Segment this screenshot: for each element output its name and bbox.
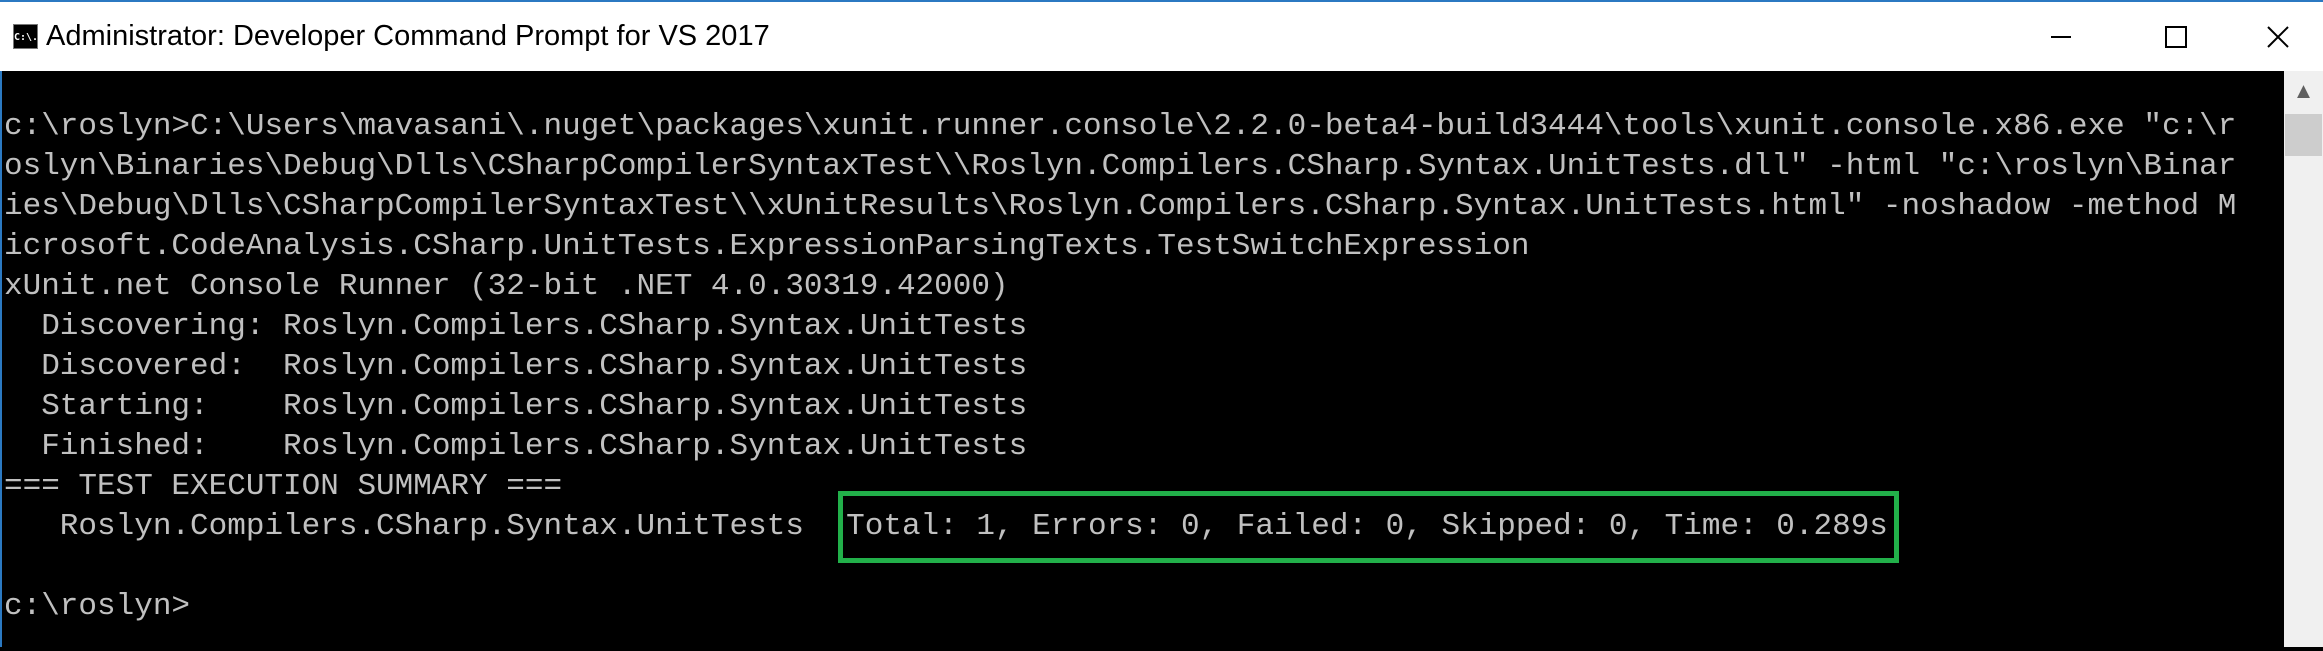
close-icon (2267, 25, 2289, 48)
summary-result-highlight: Total: 1, Errors: 0, Failed: 0, Skipped:… (838, 491, 1899, 563)
minimize-icon (2050, 35, 2071, 38)
console-line: xUnit.net Console Runner (32-bit .NET 4.… (4, 269, 1009, 304)
maximize-button[interactable] (2118, 2, 2233, 71)
minimize-button[interactable] (2003, 2, 2118, 71)
console-line: c:\roslyn>C:\Users\mavasani\.nuget\packa… (4, 109, 2237, 144)
chevron-up-icon: ▲ (2292, 78, 2315, 103)
summary-assembly: Roslyn.Compilers.CSharp.Syntax.UnitTests (4, 509, 842, 544)
console-line: icrosoft.CodeAnalysis.CSharp.UnitTests.E… (4, 229, 1530, 264)
vertical-scrollbar[interactable]: ▲ (2284, 71, 2323, 647)
console-icon: C:\. (13, 24, 38, 49)
window-title: Administrator: Developer Command Prompt … (46, 20, 770, 52)
console-line: Discovered: Roslyn.Compilers.CSharp.Synt… (4, 349, 1028, 384)
console-line: Finished: Roslyn.Compilers.CSharp.Syntax… (4, 429, 1028, 464)
console-line: Discovering: Roslyn.Compilers.CSharp.Syn… (4, 309, 1028, 344)
command-prompt[interactable]: c:\roslyn> (4, 587, 2284, 627)
console-line: Starting: Roslyn.Compilers.CSharp.Syntax… (4, 389, 1028, 424)
summary-line: Roslyn.Compilers.CSharp.Syntax.UnitTests… (4, 491, 2284, 563)
title-bar[interactable]: C:\. Administrator: Developer Command Pr… (0, 0, 2323, 71)
close-button[interactable] (2233, 2, 2323, 71)
console-line: ies\Debug\Dlls\CSharpCompilerSyntaxTest\… (4, 189, 2237, 224)
scrollbar-thumb[interactable] (2285, 114, 2322, 156)
scroll-up-button[interactable]: ▲ (2284, 71, 2323, 111)
maximize-icon (2164, 25, 2187, 48)
console-output[interactable]: c:\roslyn>C:\Users\mavasani\.nuget\packa… (0, 71, 2284, 647)
console-line: oslyn\Binaries\Debug\Dlls\CSharpCompiler… (4, 149, 2237, 184)
